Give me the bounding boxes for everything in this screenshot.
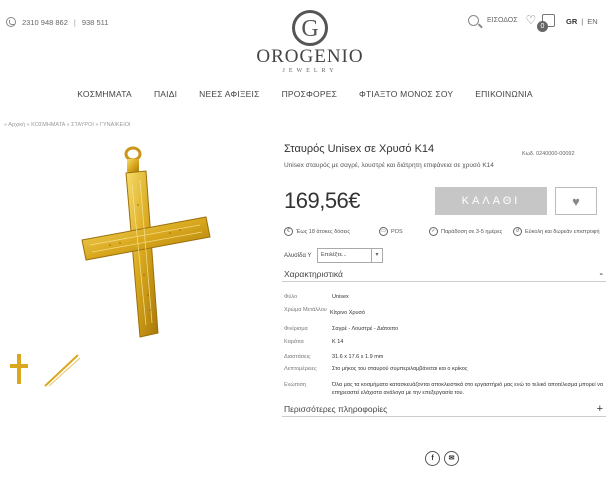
social-share: f ✉: [425, 451, 459, 466]
spec-row: Ενώπιση Όλα μας τα κοσμήματα κατασκευάζο…: [284, 381, 604, 397]
spec-row: Καράτια K 14: [284, 339, 604, 345]
euro-icon: €: [284, 227, 293, 236]
chain-select[interactable]: Επιλέξτε... ▾: [317, 248, 383, 263]
lang-separator: |: [581, 17, 584, 26]
check-icon: ✓: [429, 227, 438, 236]
product-subtitle: Unisex σταυρός με σαγρέ, λουστρέ και διά…: [284, 162, 494, 169]
wishlist-icon[interactable]: ♡: [526, 13, 537, 27]
feature-pos: ▭ POS: [379, 227, 429, 236]
spec-key: Φύλο: [284, 294, 298, 300]
expand-icon[interactable]: +: [597, 404, 603, 415]
nav-item-kids[interactable]: ΠΑΙΔΙ: [143, 89, 188, 99]
more-info-section-header[interactable]: Περισσότερες πληροφορίες +: [282, 404, 606, 417]
lang-gr[interactable]: GR: [566, 17, 577, 26]
feature-label: Εύκολη και δωρεάν επιστροφή: [525, 228, 600, 235]
product-code: Κωδ. 0240000-00092: [522, 151, 575, 157]
spec-key: Διαστάσεις: [284, 354, 311, 360]
nav-item-contact[interactable]: ΕΠΙΚΟΙΝΩΝΙΑ: [464, 89, 543, 99]
add-to-cart-button[interactable]: ΚΑΛΑΘΙ: [435, 187, 547, 215]
thumbnail-front[interactable]: [8, 352, 30, 386]
heart-icon: ♥: [572, 194, 580, 209]
spec-value: Κίτρινο Χρυσό: [330, 310, 366, 316]
spec-key: Ενώπιση: [284, 382, 307, 388]
feature-installments: € Έως 18 άτοκες δόσεις: [284, 227, 379, 236]
logo-name: OROGENIO: [256, 46, 364, 67]
feature-list: € Έως 18 άτοκες δόσεις ▭ POS ✓ Παράδοση …: [284, 227, 606, 236]
product-title: Σταυρός Unisex σε Χρυσό K14: [284, 143, 435, 155]
spec-value: Unisex: [332, 294, 349, 300]
spec-value: K 14: [332, 339, 344, 345]
phone-separator: |: [73, 17, 76, 27]
logo-subtitle: JEWELRY: [282, 68, 338, 74]
return-icon: ↺: [513, 227, 522, 236]
phone-icon: [6, 17, 16, 27]
search-icon[interactable]: [468, 14, 479, 26]
spec-key: Χρώμα Μετάλλου: [284, 307, 327, 313]
logo-emblem-icon: [292, 10, 328, 46]
spec-key: Φινίρισμα: [284, 326, 308, 332]
facebook-icon[interactable]: f: [425, 451, 440, 466]
nav-item-diy[interactable]: ΦΤΙΑΞΤΟ ΜΟΝΟΣ ΣΟΥ: [348, 89, 464, 99]
phone-main[interactable]: 2310 948 862: [22, 18, 68, 27]
spec-row: Φύλο Unisex: [284, 294, 604, 300]
chain-select-value: Επιλέξτε...: [321, 252, 347, 258]
spec-key: Λεπτομέρειες: [284, 366, 317, 372]
spec-row: Διαστάσεις 31.6 x 17.6 x 1.9 mm: [284, 354, 604, 360]
chevron-down-icon: ▾: [371, 249, 382, 262]
spec-value: 31.6 x 17.6 x 1.9 mm: [332, 354, 384, 360]
spec-key: Καράτια: [284, 339, 304, 345]
phone-contact: 2310 948 862 | 938 511: [6, 17, 108, 27]
email-icon[interactable]: ✉: [444, 451, 459, 466]
nav-item-new-arrivals[interactable]: ΝΕΕΣ ΑΦΙΞΕΙΣ: [188, 89, 270, 99]
product-image[interactable]: [80, 145, 220, 345]
card-icon: ▭: [379, 227, 388, 236]
specs-heading: Χαρακτηριστικά: [284, 269, 343, 279]
spec-value: Όλα μας τα κοσμήματα κατασκευάζονται απο…: [332, 382, 604, 396]
login-link[interactable]: ΕΙΣΟΔΟΣ: [487, 17, 518, 24]
thumbnail-side[interactable]: [42, 352, 82, 388]
spec-row: Λεπτομέρειες Στο μήκος του σταυρού συμπε…: [284, 366, 604, 372]
lang-en[interactable]: EN: [587, 17, 597, 26]
more-info-heading: Περισσότερες πληροφορίες: [284, 404, 388, 414]
spec-row: Φινίρισμα Σαγρέ - Λουστρέ - Διάτοιπο: [284, 326, 604, 332]
specs-section-header[interactable]: Χαρακτηριστικά -: [282, 269, 606, 282]
breadcrumb[interactable]: » Αρχική » ΚΟΣΜΗΜΑΤΑ » ΣΤΑΥΡΟΙ » ΓΥΝΑΙΚΕ…: [4, 122, 131, 128]
feature-label: Παράδοση σε 3-5 ημέρες: [441, 228, 503, 235]
nav-item-offers[interactable]: ΠΡΟΣΦΟΡΕΣ: [271, 89, 348, 99]
feature-returns: ↺ Εύκολη και δωρεάν επιστροφή: [513, 227, 600, 236]
spec-row: Χρώμα Μετάλλου Κίτρινο Χρυσό: [284, 307, 604, 316]
language-switcher: GR | EN: [566, 17, 598, 26]
chain-label: Αλυσίδα Υ: [284, 253, 312, 259]
site-logo[interactable]: OROGENIO JEWELRY: [252, 10, 368, 75]
feature-label: Έως 18 άτοκες δόσεις: [296, 228, 350, 235]
cart-count-badge: 0: [537, 21, 548, 32]
product-price: 169,56€: [284, 188, 361, 213]
main-nav: ΚΟΣΜΗΜΑΤΑ ΠΑΙΔΙ ΝΕΕΣ ΑΦΙΞΕΙΣ ΠΡΟΣΦΟΡΕΣ Φ…: [0, 89, 610, 99]
feature-label: POS: [391, 228, 403, 235]
feature-delivery: ✓ Παράδοση σε 3-5 ημέρες: [429, 227, 513, 236]
collapse-icon[interactable]: -: [599, 269, 603, 280]
nav-item-jewelry[interactable]: ΚΟΣΜΗΜΑΤΑ: [66, 89, 143, 99]
add-to-wishlist-button[interactable]: ♥: [555, 187, 597, 215]
spec-value: Σαγρέ - Λουστρέ - Διάτοιπο: [332, 326, 399, 332]
phone-alt[interactable]: 938 511: [82, 18, 109, 27]
spec-value: Στο μήκος του σταυρού συμπεριλαμβάνεται …: [332, 366, 468, 372]
